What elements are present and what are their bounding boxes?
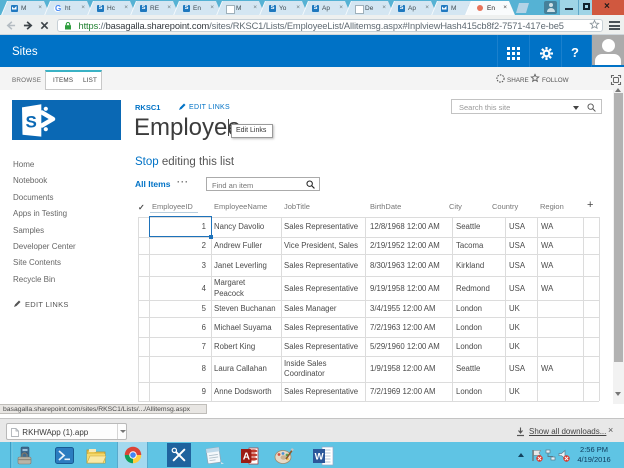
svg-text:S: S [26,113,37,132]
svg-text:W: W [315,452,324,463]
svg-text:A: A [243,452,250,463]
